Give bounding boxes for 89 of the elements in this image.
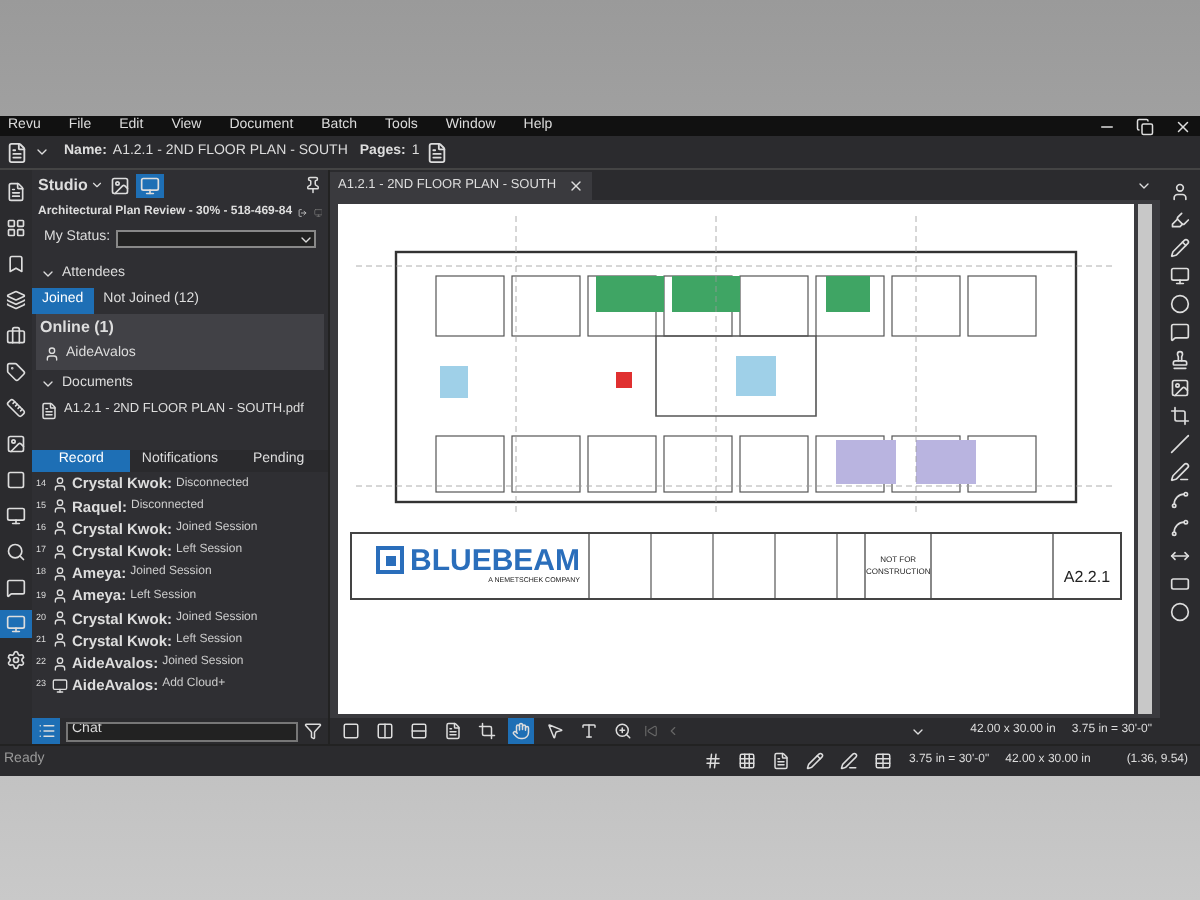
tool-icon bbox=[512, 722, 530, 740]
panel-icon bbox=[6, 398, 26, 418]
panel-icon bbox=[6, 362, 26, 382]
restore-icon[interactable] bbox=[1136, 117, 1154, 135]
panel-icon bbox=[6, 542, 26, 562]
markup-tool-icon[interactable] bbox=[1170, 210, 1190, 230]
list-button[interactable] bbox=[32, 718, 60, 744]
panel-icon bbox=[6, 326, 26, 346]
pin-icon[interactable] bbox=[304, 176, 322, 194]
logo-icon bbox=[376, 546, 404, 575]
list-icon bbox=[37, 722, 55, 740]
view-tool[interactable] bbox=[576, 718, 602, 744]
status-select[interactable] bbox=[116, 229, 316, 247]
panel-icon bbox=[6, 470, 26, 490]
view-tool[interactable] bbox=[440, 718, 466, 744]
markup-tool-icon[interactable] bbox=[1170, 322, 1190, 342]
view-tool[interactable] bbox=[474, 718, 500, 744]
markup-tool-icon[interactable] bbox=[1170, 238, 1190, 258]
user-icon bbox=[44, 346, 60, 363]
view-tool[interactable] bbox=[338, 718, 364, 744]
tool-icon bbox=[546, 722, 564, 740]
close-icon[interactable] bbox=[1174, 117, 1192, 135]
user-icon bbox=[52, 588, 68, 605]
document-icon[interactable] bbox=[6, 141, 28, 163]
view-tool[interactable] bbox=[372, 718, 398, 744]
first-page-icon bbox=[644, 724, 658, 738]
panel-icon bbox=[6, 290, 26, 310]
caret-icon bbox=[89, 178, 104, 192]
tool-icon bbox=[478, 722, 496, 740]
markup-tool-icon[interactable] bbox=[1170, 518, 1190, 538]
filter-icon[interactable] bbox=[304, 722, 322, 740]
panel-icon bbox=[6, 650, 26, 670]
panel-icon bbox=[6, 182, 26, 202]
panel-icon bbox=[6, 218, 26, 238]
collapse-icon[interactable] bbox=[40, 376, 56, 392]
tool-icon bbox=[410, 722, 428, 740]
tool-icon bbox=[376, 722, 394, 740]
markup-tool-icon[interactable] bbox=[1170, 546, 1190, 566]
user-icon bbox=[52, 632, 68, 649]
collapse-icon[interactable] bbox=[40, 266, 56, 282]
status-tool-icon[interactable] bbox=[874, 752, 893, 770]
panel-icon bbox=[6, 254, 26, 274]
user-icon bbox=[52, 520, 68, 537]
status-tool-icon[interactable] bbox=[704, 752, 723, 770]
tool-icon bbox=[444, 722, 462, 740]
tool-icon bbox=[614, 722, 632, 740]
markup-tool-icon[interactable] bbox=[1170, 182, 1190, 202]
monitor-icon bbox=[52, 677, 68, 694]
previous-page-icon bbox=[666, 724, 680, 738]
caret-icon[interactable] bbox=[1136, 178, 1152, 194]
close-icon[interactable] bbox=[568, 178, 585, 194]
online-header: Online (1) bbox=[40, 316, 116, 340]
panel-icon bbox=[6, 578, 26, 598]
markup-tool-icon[interactable] bbox=[1170, 266, 1190, 286]
panel-icon bbox=[6, 506, 26, 526]
user-icon bbox=[52, 543, 68, 560]
markup-tool-icon[interactable] bbox=[1170, 294, 1190, 314]
image-icon[interactable] bbox=[109, 175, 130, 195]
tool-icon bbox=[342, 722, 360, 740]
view-tool[interactable] bbox=[542, 718, 568, 744]
view-tool[interactable] bbox=[406, 718, 432, 744]
markup-tool-icon[interactable] bbox=[1170, 378, 1190, 398]
panel-icon bbox=[6, 434, 26, 454]
status-tool-icon[interactable] bbox=[806, 752, 825, 770]
markup-tool-icon[interactable] bbox=[1170, 462, 1190, 482]
logo-text: BLUEBEAM bbox=[410, 545, 580, 576]
user-icon bbox=[52, 476, 68, 493]
status-tool-icon[interactable] bbox=[840, 752, 859, 770]
tool-icon bbox=[580, 722, 598, 740]
markup-tool-icon[interactable] bbox=[1170, 406, 1190, 426]
scrollbar[interactable] bbox=[1138, 204, 1152, 714]
markup-tool-icon[interactable] bbox=[1170, 350, 1190, 370]
panel-icon bbox=[6, 614, 26, 634]
user-icon bbox=[52, 610, 68, 627]
user-icon bbox=[52, 655, 68, 672]
monitor-button[interactable] bbox=[135, 173, 164, 197]
view-tool[interactable] bbox=[610, 718, 636, 744]
markup-tool-icon[interactable] bbox=[1170, 434, 1190, 454]
pdf-icon bbox=[40, 401, 58, 419]
sheet-number: A2.2.1 bbox=[1052, 534, 1120, 598]
user-icon bbox=[52, 565, 68, 582]
status-tool-icon[interactable] bbox=[738, 752, 757, 770]
exit-icon[interactable] bbox=[298, 203, 308, 221]
markup-tool-icon[interactable] bbox=[1170, 490, 1190, 510]
status-tool-icon[interactable] bbox=[772, 752, 791, 770]
studio-dropdown[interactable]: Studio bbox=[38, 173, 104, 197]
user-icon bbox=[52, 498, 68, 515]
page-icon[interactable] bbox=[425, 141, 448, 163]
caret-icon[interactable] bbox=[34, 144, 50, 160]
